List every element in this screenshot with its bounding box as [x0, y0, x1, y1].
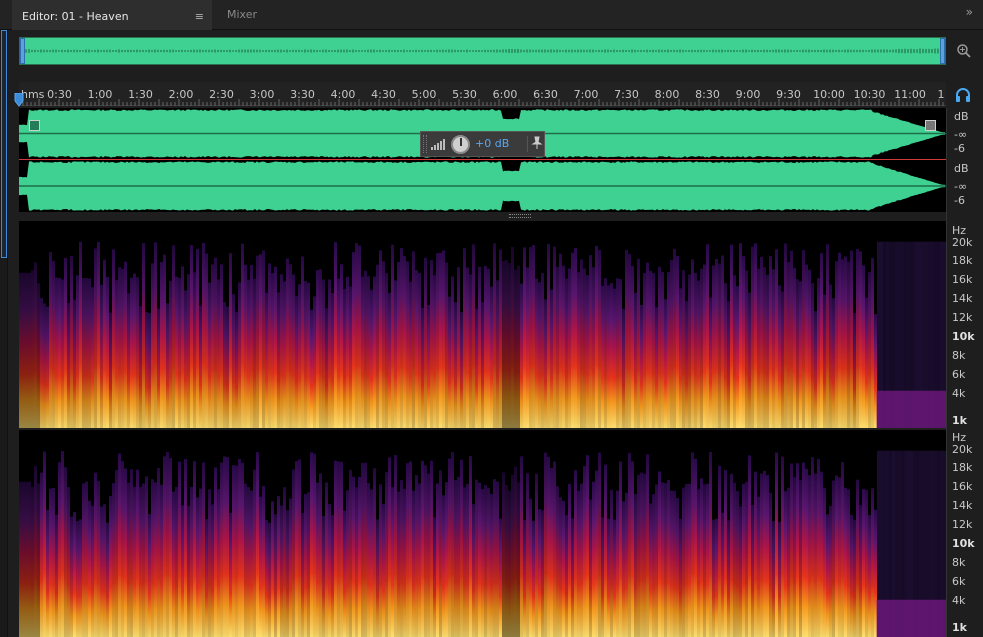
tab-menu-icon[interactable]: ≡ [195, 2, 204, 32]
frequency-label: 12k [952, 311, 973, 324]
ruler-tick-label: 11:00 [894, 88, 926, 101]
frequency-label: 18k [952, 254, 973, 267]
frequency-label: 1k [952, 621, 967, 634]
channel-divider [19, 159, 946, 160]
overview-navigator[interactable] [19, 37, 946, 65]
time-ruler[interactable]: hms 0:30 1:00 1:30 2:00 2:30 3:00 3:30 4:00 4:30… [19, 82, 946, 106]
playhead-icon[interactable] [14, 92, 24, 107]
frequency-label: 10k [952, 330, 975, 343]
fade-out-handle-icon[interactable] [925, 120, 936, 131]
ruler-tick-label: 5:30 [452, 88, 477, 101]
ruler-tick-label: 8:30 [695, 88, 720, 101]
ruler-tick-label: 1:00 [87, 88, 113, 101]
frequency-label: 14k [952, 292, 973, 305]
spectrogram-image [19, 221, 946, 428]
ruler-tick-label: 1:30 [128, 88, 153, 101]
splitter-grip-icon[interactable] [509, 214, 531, 218]
frequency-label: 6k [952, 368, 966, 381]
ruler-tick-label: 7:30 [614, 88, 639, 101]
frequency-label: 20k [952, 236, 973, 249]
frequency-label: 16k [952, 480, 973, 493]
ruler-tick-label: 3:30 [290, 88, 315, 101]
frequency-label: 4k [952, 387, 966, 400]
ruler-tick-label: 7:00 [573, 88, 599, 101]
ruler-tick-label: 4:00 [330, 88, 356, 101]
frequency-label: 4k [952, 594, 966, 607]
frequency-label: 20k [952, 443, 973, 456]
ruler-tick-label: 9:00 [735, 88, 761, 101]
fade-in-handle-icon[interactable] [29, 120, 40, 131]
ruler-tick-label: 2:30 [209, 88, 234, 101]
ruler-tick-label: 6:30 [533, 88, 558, 101]
spectrogram-channel-2[interactable] [19, 430, 946, 637]
waveform-display[interactable] [19, 108, 946, 212]
ruler-tick-label: 9:30 [776, 88, 801, 101]
frequency-label: 12k [952, 518, 973, 531]
tab-mixer[interactable]: Mixer [217, 0, 279, 30]
ruler-tick-label: 5:00 [411, 88, 437, 101]
overview-waveform [20, 48, 945, 54]
ruler-tick-label: 2:00 [168, 88, 194, 101]
frequency-label: 14k [952, 499, 973, 512]
db-label: -∞ [954, 180, 968, 193]
frequency-label: 16k [952, 273, 973, 286]
frequency-label: 8k [952, 349, 966, 362]
overview-left-handle[interactable] [20, 38, 25, 64]
frequency-label: 18k [952, 461, 973, 474]
zoom-icon[interactable] [955, 42, 973, 60]
ruler-tick-label: 1 [937, 88, 945, 101]
headphone-icon[interactable] [955, 87, 971, 103]
left-panel-selection [1, 30, 7, 258]
hud-grip-icon[interactable] [423, 135, 427, 153]
volume-value[interactable]: +0 dB [475, 137, 509, 150]
volume-hud[interactable]: +0 dB [420, 131, 545, 157]
ruler-tick-label: 10:00 [813, 88, 845, 101]
left-panel-strip [0, 30, 8, 637]
frequency-label: 1k [952, 414, 967, 427]
waveform-channels [19, 109, 946, 211]
db-label: dB [954, 162, 969, 175]
tab-editor[interactable]: Editor: 01 - Heaven Bending.mp3 ≡ [12, 0, 212, 53]
frequency-label: 8k [952, 556, 966, 569]
spectrogram-image [19, 430, 946, 637]
ruler-tick-label: 10:30 [853, 88, 886, 101]
db-label: -6 [954, 142, 965, 155]
tab-bar: Editor: 01 - Heaven Bending.mp3 ≡ Mixer … [0, 0, 983, 53]
db-label: -6 [954, 194, 965, 207]
ruler-tick-label: 6:00 [492, 88, 518, 101]
overview-right-handle[interactable] [940, 38, 945, 64]
spectrogram-channel-1[interactable] [19, 221, 946, 428]
frequency-label: 10k [952, 537, 975, 550]
ruler-tick-label: 4:30 [371, 88, 396, 101]
view-splitter[interactable] [19, 212, 946, 221]
ruler-tick-label: 8:00 [654, 88, 680, 101]
level-meter-icon [431, 139, 445, 150]
pin-icon[interactable] [527, 136, 543, 152]
volume-knob[interactable] [451, 135, 470, 154]
panel-overflow-icon[interactable]: » [966, 0, 973, 24]
ruler-tick-label: 3:00 [249, 88, 275, 101]
frequency-label: 6k [952, 575, 966, 588]
tab-mixer-label: Mixer [227, 8, 258, 21]
db-label: dB [954, 110, 969, 123]
ruler-tick-label: 0:30 [47, 88, 72, 101]
db-label: -∞ [954, 128, 968, 141]
ruler-ticks [19, 99, 944, 106]
